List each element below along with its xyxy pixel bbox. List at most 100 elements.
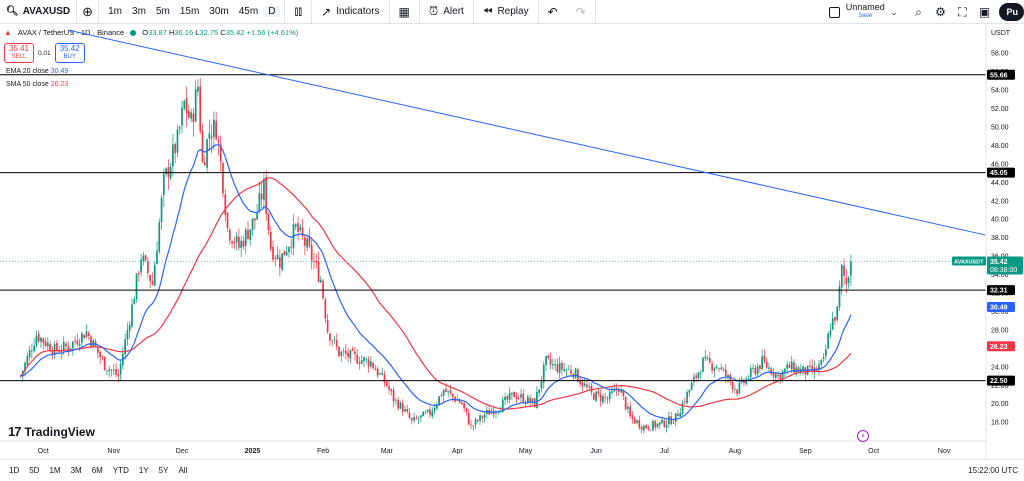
last-price-tag[interactable]: AVAXUSDT 35.4208:38:00	[952, 256, 1023, 275]
candle-body	[476, 419, 479, 422]
ema-price-tag[interactable]: 30.49	[987, 301, 1015, 312]
candle-body	[290, 246, 293, 248]
candle	[240, 235, 243, 258]
quick-search-icon[interactable]: ⌕	[907, 5, 929, 20]
fullscreen-icon[interactable]: ⛶	[951, 5, 973, 20]
range-5y[interactable]: 5Y	[154, 466, 174, 475]
candle	[199, 78, 202, 135]
range-1d[interactable]: 1D	[4, 466, 24, 475]
level-price-tag[interactable]: 45.05	[987, 167, 1015, 178]
level-price-tag[interactable]: 55.66	[987, 69, 1015, 80]
timeframe-30m[interactable]: 30m	[204, 6, 233, 17]
range-all[interactable]: All	[173, 466, 192, 475]
candle	[435, 401, 438, 411]
last-price-text: 35.42	[990, 259, 1008, 266]
candle	[274, 255, 277, 267]
candle-body	[85, 331, 88, 338]
layout-switcher[interactable]: Unnamed Save ⌄	[819, 0, 908, 24]
candle	[408, 408, 411, 420]
candle	[809, 360, 811, 369]
time-tick-label: Aug	[729, 448, 742, 455]
candle-body	[718, 368, 720, 369]
candle-body	[149, 275, 152, 282]
candle-body	[451, 393, 454, 397]
candle-body	[151, 280, 154, 285]
level-price-tag[interactable]: 32.31	[987, 285, 1015, 296]
candle-body	[668, 416, 670, 425]
candle	[226, 211, 229, 232]
timeframe-5m[interactable]: 5m	[151, 6, 175, 17]
sma-price-tag[interactable]: 26.23	[987, 341, 1015, 352]
timeframe-D[interactable]: D	[263, 6, 281, 17]
candle-body	[738, 382, 741, 394]
candle-body	[704, 356, 707, 359]
candle-body	[547, 355, 550, 359]
timeframe-45m[interactable]: 45m	[234, 6, 263, 17]
candle	[395, 398, 397, 405]
ema-20-line[interactable]	[20, 144, 852, 421]
candle	[752, 364, 754, 373]
candle	[465, 407, 468, 416]
timeframe-1m[interactable]: 1m	[103, 6, 127, 17]
chart-type-button[interactable]: ⫾⫾	[285, 0, 313, 24]
currency-label[interactable]: USDT	[991, 30, 1011, 37]
replay-button[interactable]: ⏪︎ Replay	[474, 0, 539, 24]
candle-body	[449, 390, 452, 394]
candle	[297, 216, 299, 241]
range-5d[interactable]: 5D	[24, 466, 44, 475]
undo-button[interactable]: ↶	[539, 0, 567, 24]
candle	[663, 419, 666, 428]
candle	[554, 358, 556, 371]
candle-body	[103, 356, 106, 371]
candle	[299, 224, 302, 233]
candle-body	[363, 357, 365, 362]
camera-icon[interactable]: ▣	[973, 5, 995, 19]
candle	[33, 338, 35, 353]
compare-plus-icon[interactable]: ⊕	[77, 0, 100, 24]
candle	[577, 367, 579, 383]
candle-body	[238, 236, 240, 248]
candle-body	[406, 409, 409, 412]
flash-event-icon[interactable]: ⚡︎	[857, 430, 869, 442]
range-ytd[interactable]: YTD	[108, 466, 134, 475]
range-1m[interactable]: 1M	[44, 466, 65, 475]
redo-button[interactable]: ↷	[567, 0, 596, 24]
clock-time[interactable]: 15:22:00 UTC	[968, 466, 1018, 475]
publish-button[interactable]: Pu	[999, 3, 1024, 21]
candle	[292, 214, 295, 256]
candle	[843, 258, 845, 286]
candle	[285, 245, 288, 257]
indicators-button[interactable]: ↗ Indicators	[312, 0, 390, 24]
timeframe-3m[interactable]: 3m	[127, 6, 151, 17]
tradingview-logo-text: TradingView	[24, 424, 95, 439]
price-chart[interactable]: USDT58.0056.0054.0052.0050.0048.0046.004…	[0, 24, 1024, 459]
candle-body	[71, 341, 74, 349]
timeframe-15m[interactable]: 15m	[175, 6, 204, 17]
candle	[727, 373, 729, 384]
candle-body	[770, 368, 773, 375]
candle-body	[135, 273, 138, 300]
settings-gear-icon[interactable]: ⚙︎	[929, 5, 951, 19]
trendline[interactable]	[68, 29, 986, 236]
time-tick-label: Nov	[108, 448, 121, 455]
level-price-tag[interactable]: 22.50	[987, 375, 1015, 386]
range-1y[interactable]: 1Y	[134, 466, 154, 475]
candle-body	[331, 340, 334, 342]
candle	[763, 349, 766, 364]
candle	[440, 392, 443, 398]
alert-button[interactable]: ⏰︎ Alert	[420, 0, 474, 24]
candle	[759, 364, 761, 374]
tradingview-logo[interactable]: 17 TradingView	[8, 424, 95, 439]
candle	[718, 367, 720, 373]
candle-body	[167, 167, 170, 178]
time-tick-label: May	[519, 448, 533, 455]
range-6m[interactable]: 6M	[87, 466, 108, 475]
candle-body	[258, 193, 261, 212]
candle	[115, 363, 117, 378]
range-3m[interactable]: 3M	[66, 466, 87, 475]
templates-button[interactable]: ▦	[390, 0, 420, 24]
candle-body	[317, 261, 320, 282]
symbol-search[interactable]: 🔍︎ AVAXUSD	[0, 0, 78, 24]
candle	[606, 395, 609, 404]
candle	[160, 194, 163, 230]
